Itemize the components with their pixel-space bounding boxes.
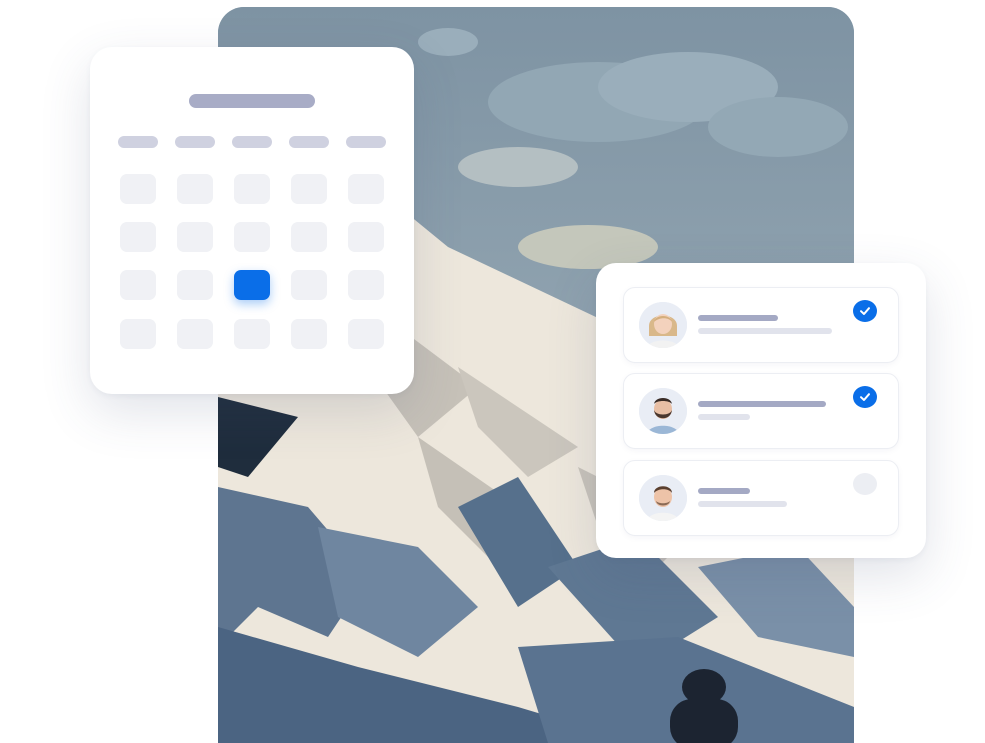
calendar-day-cell[interactable] <box>120 270 156 300</box>
calendar-day-cell[interactable] <box>291 222 327 252</box>
member-name-placeholder <box>698 488 750 494</box>
weekday-header <box>118 136 158 148</box>
calendar-day-cell-selected[interactable] <box>234 270 270 300</box>
unchecked-icon[interactable] <box>853 473 877 495</box>
calendar-day-cell[interactable] <box>348 174 384 204</box>
weekday-header <box>175 136 215 148</box>
member-detail-placeholder <box>698 328 832 334</box>
calendar-day-cell[interactable] <box>234 222 270 252</box>
weekday-header <box>289 136 329 148</box>
team-members-card <box>596 263 926 558</box>
calendar-day-cell[interactable] <box>234 319 270 349</box>
calendar-day-cell[interactable] <box>120 222 156 252</box>
calendar-day-cell[interactable] <box>120 319 156 349</box>
calendar-day-cell[interactable] <box>348 319 384 349</box>
member-name-placeholder <box>698 401 826 407</box>
man-avatar-icon <box>639 475 687 521</box>
checked-icon[interactable] <box>853 386 877 408</box>
woman-avatar-icon <box>639 302 687 348</box>
calendar-day-cell[interactable] <box>234 174 270 204</box>
calendar-day-cell[interactable] <box>177 222 213 252</box>
checked-icon[interactable] <box>853 300 877 322</box>
calendar-day-cell[interactable] <box>348 222 384 252</box>
calendar-day-cell[interactable] <box>291 174 327 204</box>
weekday-header <box>232 136 272 148</box>
calendar-day-cell[interactable] <box>348 270 384 300</box>
member-row[interactable] <box>623 460 899 536</box>
bearded-man-avatar-icon <box>639 388 687 434</box>
member-row[interactable] <box>623 287 899 363</box>
calendar-day-cell[interactable] <box>120 174 156 204</box>
calendar-day-cell[interactable] <box>291 270 327 300</box>
calendar-card <box>90 47 414 394</box>
calendar-day-cell[interactable] <box>177 319 213 349</box>
calendar-day-cell[interactable] <box>177 174 213 204</box>
member-detail-placeholder <box>698 414 750 420</box>
calendar-day-cell[interactable] <box>291 319 327 349</box>
weekday-header <box>346 136 386 148</box>
calendar-day-cell[interactable] <box>177 270 213 300</box>
calendar-title-placeholder <box>189 94 315 108</box>
member-name-placeholder <box>698 315 778 321</box>
member-detail-placeholder <box>698 501 787 507</box>
member-row[interactable] <box>623 373 899 449</box>
